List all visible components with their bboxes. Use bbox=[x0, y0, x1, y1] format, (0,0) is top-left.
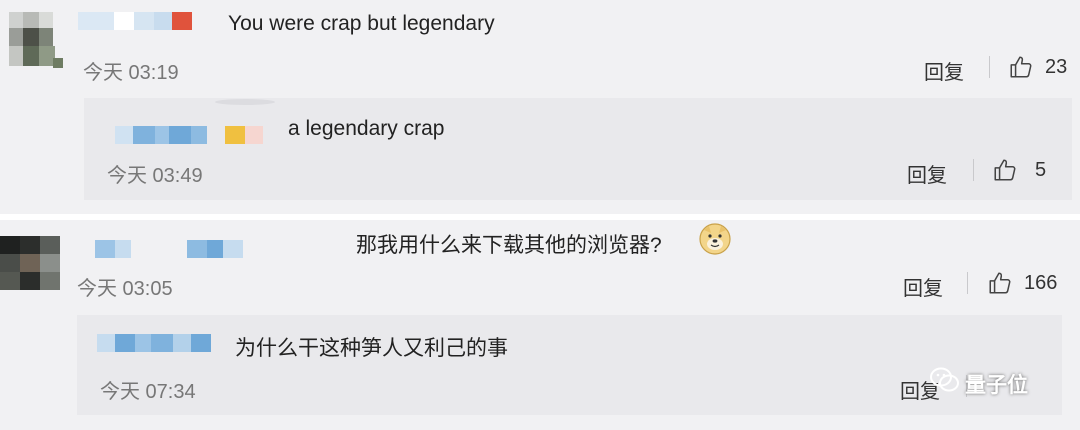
doge-emoji bbox=[699, 223, 731, 255]
reply-button[interactable]: 回复 bbox=[903, 272, 943, 301]
thumbs-up-icon[interactable] bbox=[992, 157, 1018, 183]
username-blurred[interactable] bbox=[97, 334, 211, 352]
wechat-logo-icon bbox=[930, 367, 959, 392]
thumbs-up-icon[interactable] bbox=[1008, 54, 1034, 80]
thumbs-up-icon[interactable] bbox=[987, 270, 1013, 296]
like-count: 23 bbox=[1045, 56, 1068, 78]
like-count: 5 bbox=[1035, 159, 1047, 181]
comment-time: 今天 03:05 bbox=[77, 278, 173, 300]
reply-button[interactable]: 回复 bbox=[924, 56, 964, 85]
username-blurred[interactable] bbox=[115, 126, 263, 144]
comment-time: 今天 03:19 bbox=[83, 62, 179, 84]
reply-time: 今天 03:49 bbox=[107, 165, 203, 187]
reply-button[interactable]: 回复 bbox=[907, 159, 947, 188]
watermark: 量子位 bbox=[965, 374, 1028, 397]
divider bbox=[973, 159, 974, 181]
shadow-marker bbox=[215, 99, 275, 105]
divider bbox=[989, 56, 990, 78]
reply-text: 为什么干这种笋人又利己的事 bbox=[235, 337, 508, 360]
username-blurred[interactable] bbox=[78, 12, 192, 30]
reply-text: a legendary crap bbox=[288, 117, 445, 140]
username-blurred[interactable] bbox=[95, 240, 243, 258]
like-count: 166 bbox=[1024, 272, 1058, 294]
divider bbox=[967, 272, 968, 294]
avatar[interactable] bbox=[0, 236, 60, 290]
comment-text: You were crap but legendary bbox=[228, 12, 495, 35]
reply-time: 今天 07:34 bbox=[100, 381, 196, 403]
comment-text: 那我用什么来下载其他的浏览器? bbox=[356, 234, 662, 257]
avatar[interactable] bbox=[5, 8, 65, 72]
